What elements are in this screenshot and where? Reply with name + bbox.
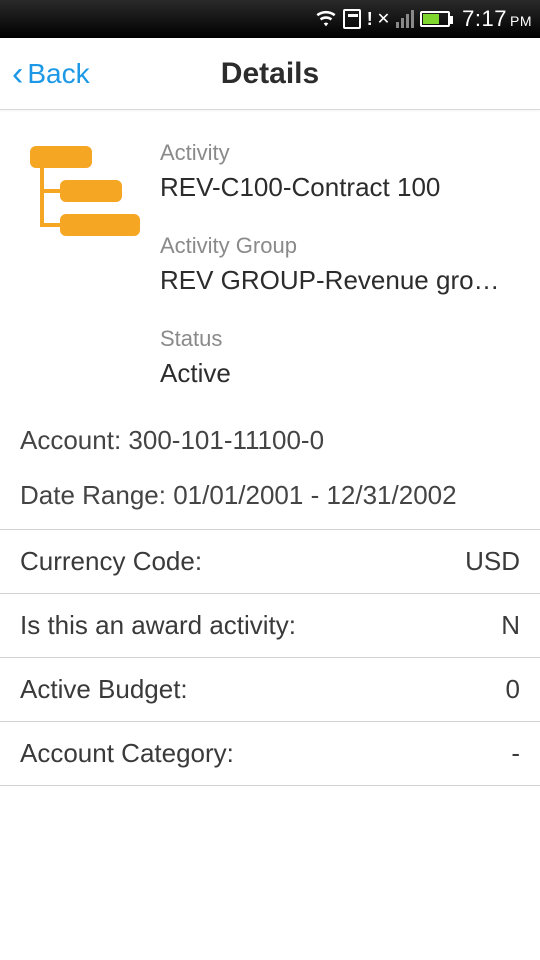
alert-icon: ! — [367, 9, 373, 30]
daterange-row: Date Range: 01/01/2001 - 12/31/2002 — [20, 468, 520, 523]
account-row: Account: 300-101-11100-0 — [20, 413, 520, 468]
status-value: Active — [160, 358, 520, 389]
android-status-bar: ! ✕ 7:17PM — [0, 0, 540, 38]
content: Activity REV-C100-Contract 100 Activity … — [0, 110, 540, 786]
currency-label: Currency Code: — [20, 546, 202, 577]
time-text: 7:17 — [462, 6, 507, 31]
battery-icon — [420, 11, 450, 27]
category-label: Account Category: — [20, 738, 234, 769]
sim-icon — [343, 9, 361, 29]
time-ampm: PM — [510, 13, 532, 29]
award-row: Is this an award activity: N — [0, 594, 540, 658]
budget-label: Active Budget: — [20, 674, 188, 705]
back-label: Back — [27, 58, 89, 90]
currency-value: USD — [465, 546, 520, 577]
summary-info: Activity REV-C100-Contract 100 Activity … — [160, 140, 520, 389]
currency-row: Currency Code: USD — [0, 530, 540, 594]
account-label: Account: — [20, 425, 128, 455]
activity-group-label: Activity Group — [160, 233, 520, 259]
category-value: - — [511, 738, 520, 769]
navigation-bar: ‹ Back Details — [0, 38, 540, 110]
hierarchy-icon — [20, 140, 160, 389]
award-label: Is this an award activity: — [20, 610, 296, 641]
budget-value: 0 — [506, 674, 520, 705]
budget-row: Active Budget: 0 — [0, 658, 540, 722]
award-value: N — [501, 610, 520, 641]
activity-value: REV-C100-Contract 100 — [160, 172, 520, 203]
details-list: Currency Code: USD Is this an award acti… — [0, 529, 540, 786]
account-daterange-section: Account: 300-101-11100-0 Date Range: 01/… — [0, 413, 540, 529]
status-label: Status — [160, 326, 520, 352]
chevron-left-icon: ‹ — [12, 57, 23, 91]
activity-group-value: REV GROUP-Revenue gro… — [160, 265, 520, 296]
no-signal-icon: ✕ — [377, 9, 390, 29]
status-clock: 7:17PM — [462, 6, 532, 32]
summary-section: Activity REV-C100-Contract 100 Activity … — [0, 110, 540, 413]
category-row: Account Category: - — [0, 722, 540, 786]
daterange-value: 01/01/2001 - 12/31/2002 — [173, 480, 456, 510]
daterange-label: Date Range: — [20, 480, 173, 510]
account-value: 300-101-11100-0 — [128, 425, 324, 455]
activity-label: Activity — [160, 140, 520, 166]
back-button[interactable]: ‹ Back — [0, 57, 90, 91]
status-icons: ! ✕ 7:17PM — [315, 6, 532, 32]
wifi-icon — [315, 8, 337, 30]
signal-icon — [396, 10, 414, 28]
